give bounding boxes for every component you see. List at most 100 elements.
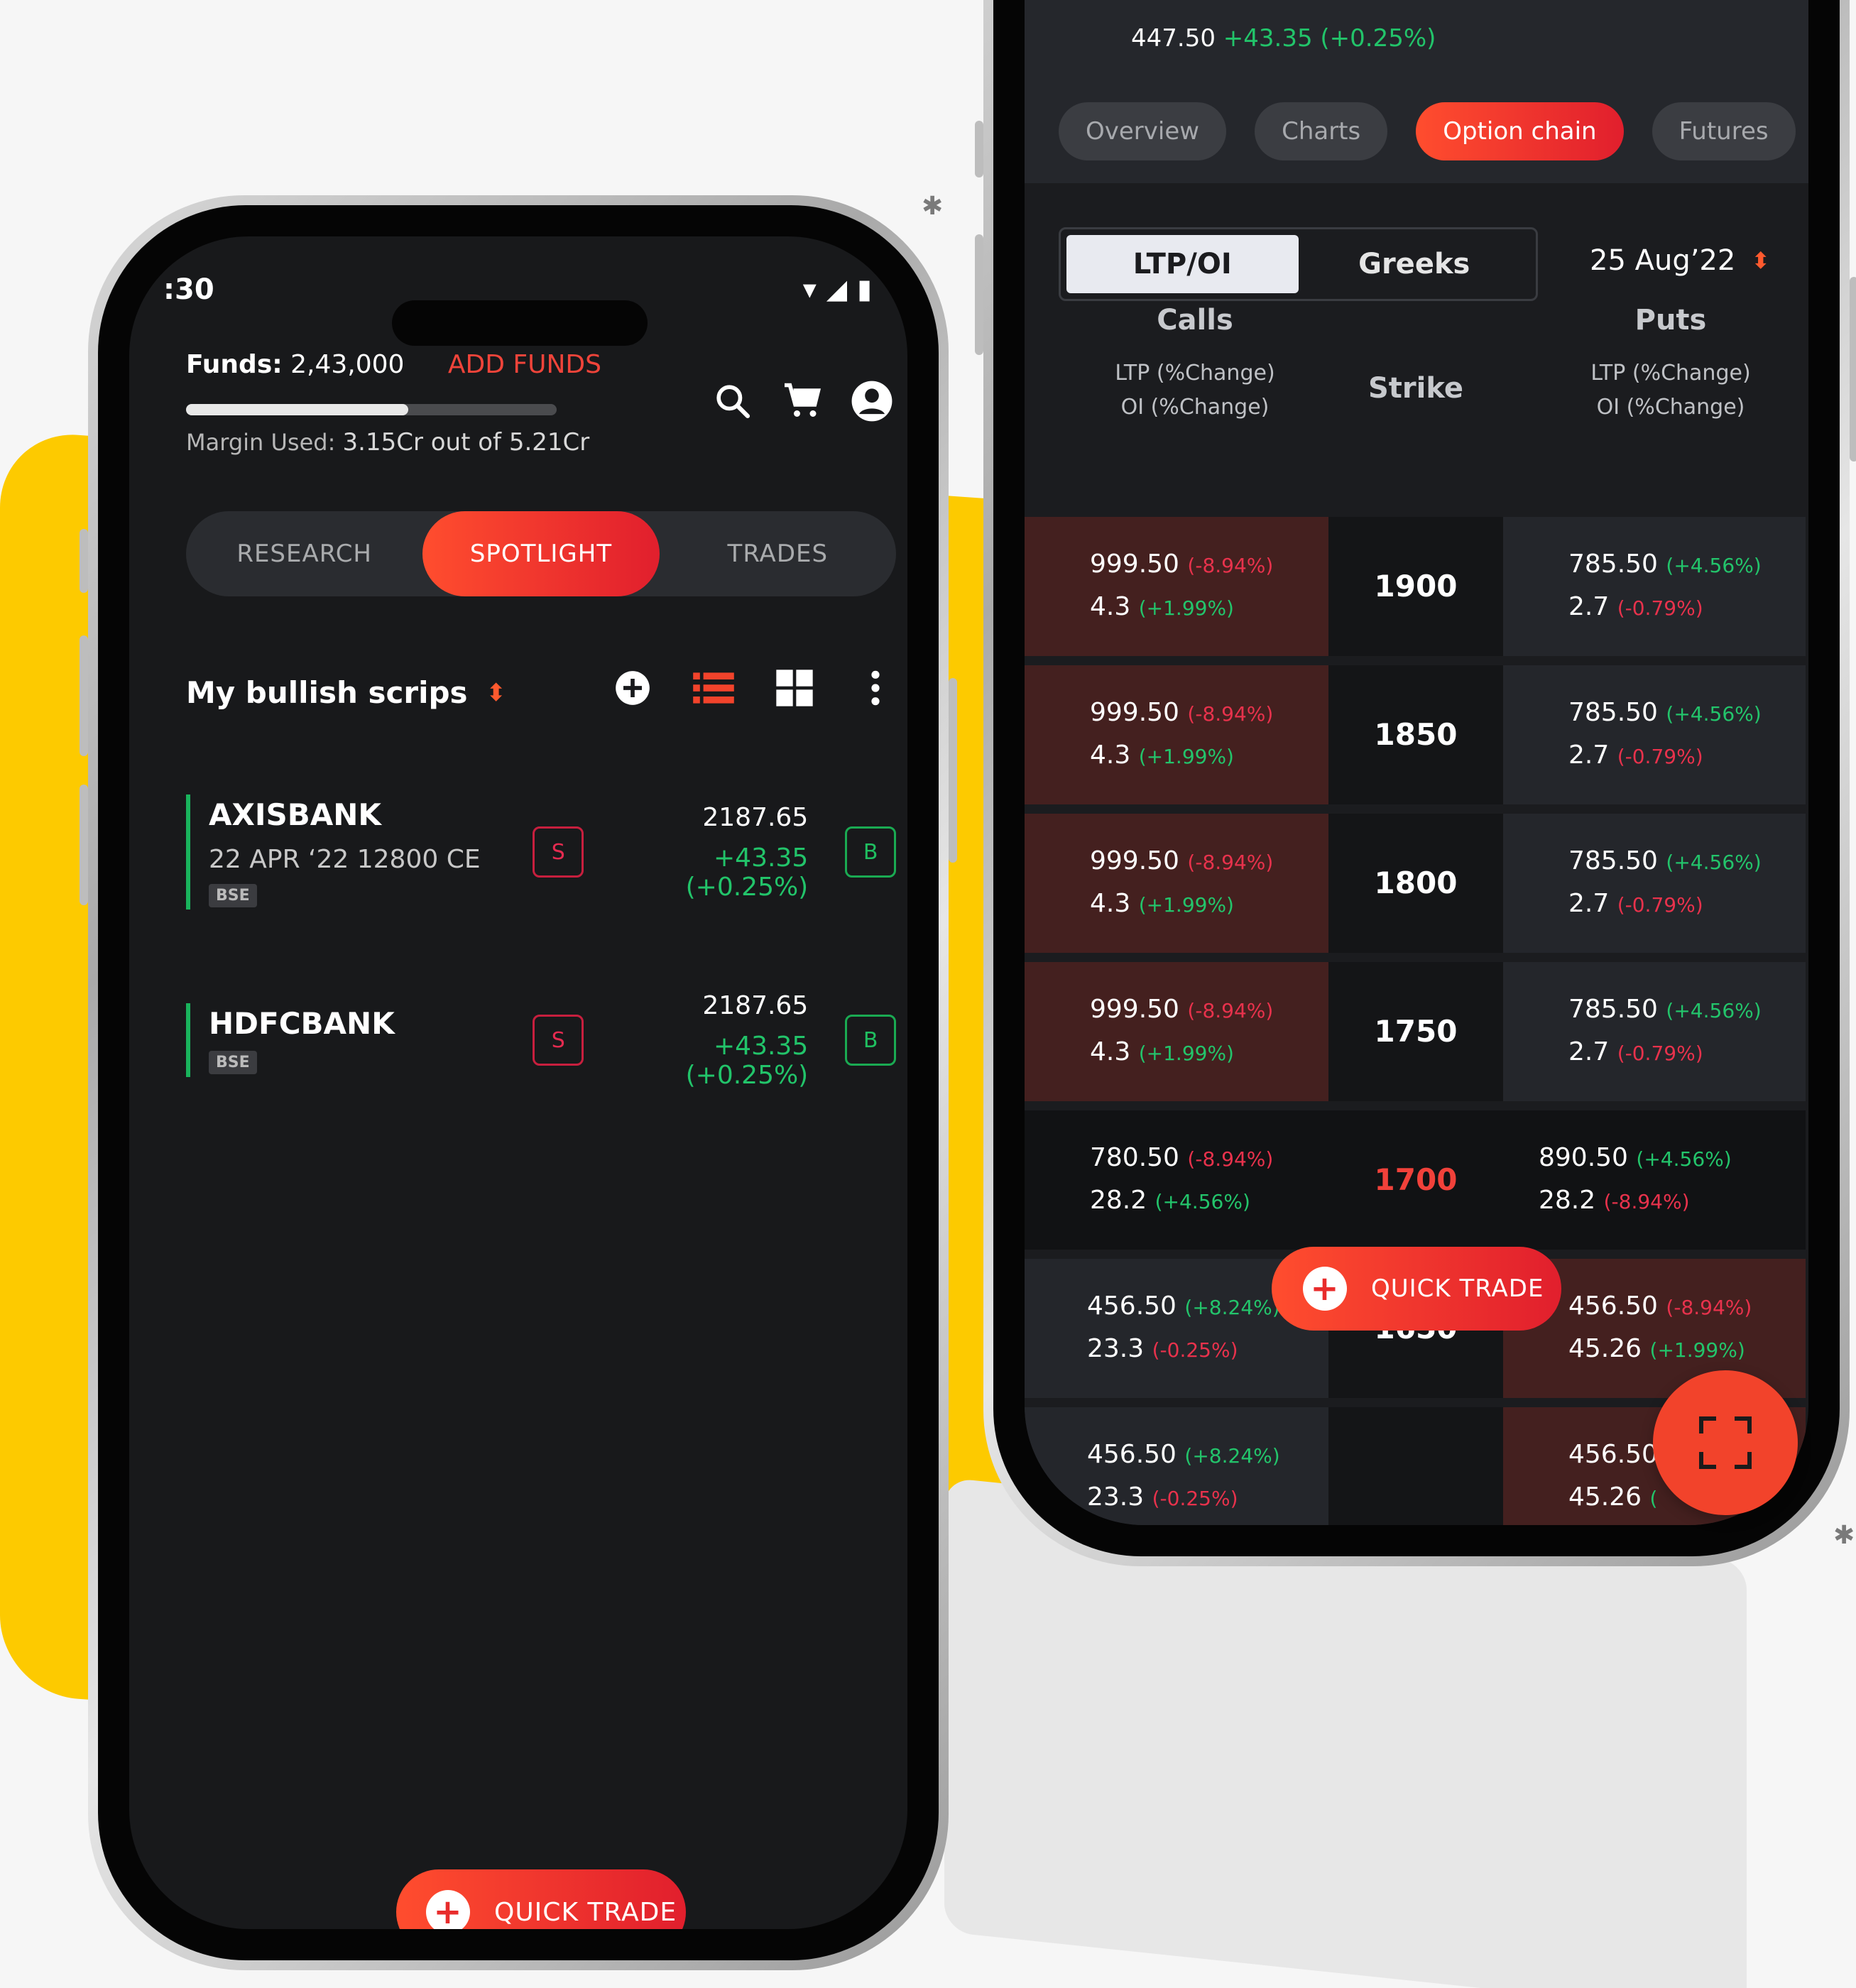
- table-row[interactable]: 999.50 (-8.94%) 4.3 (+1.99%) 1750 785.50…: [1025, 962, 1806, 1101]
- strike-header: Strike: [1328, 372, 1503, 405]
- put-oi: 2.7: [1568, 1037, 1610, 1066]
- quick-trade-label: QUICK TRADE: [1371, 1274, 1544, 1303]
- phone-side-button: [80, 529, 88, 593]
- call-ltp: 999.50: [1090, 995, 1179, 1024]
- table-row[interactable]: 999.50 (-8.94%) 4.3 (+1.99%) 1900 785.50…: [1025, 517, 1806, 656]
- phone-bezel: :30 ▾ ◢ ▮ Funds: 2,43,000 ADD FUNDS Marg…: [98, 205, 939, 1960]
- funds-value: 2,43,000: [290, 350, 405, 379]
- underlying-ltp: 447.50: [1131, 24, 1216, 53]
- strike-cell: [1328, 1407, 1503, 1525]
- put-cell[interactable]: 785.50 (+4.56%) 2.7 (-0.79%): [1503, 665, 1806, 804]
- margin-value: 3.15Cr out of 5.21Cr: [342, 428, 590, 457]
- exchange-badge: BSE: [209, 883, 257, 907]
- strike-cell: 1850: [1328, 665, 1503, 804]
- tab-spotlight[interactable]: SPOTLIGHT: [422, 511, 660, 596]
- price-value: 2187.65: [702, 990, 809, 1020]
- put-oi-change: (-0.79%): [1617, 893, 1703, 917]
- put-oi-change: (+1.99%): [1649, 1338, 1745, 1362]
- call-cell[interactable]: 456.50 (+8.24%) 23.3 (-0.25%): [1025, 1407, 1328, 1525]
- call-ltp: 999.50: [1090, 846, 1179, 875]
- call-cell[interactable]: 999.50 (-8.94%) 4.3 (+1.99%): [1025, 814, 1328, 953]
- toggle-ltp-oi[interactable]: LTP/OI: [1066, 235, 1299, 293]
- expiry-selector[interactable]: 25 Aug’22 ⬍: [1590, 244, 1770, 277]
- list-view-icon[interactable]: [693, 671, 734, 714]
- put-cell[interactable]: 785.50 (+4.56%) 2.7 (-0.79%): [1503, 814, 1806, 953]
- table-row[interactable]: 999.50 (-8.94%) 4.3 (+1.99%) 1800 785.50…: [1025, 814, 1806, 953]
- toggle-greeks[interactable]: Greeks: [1299, 235, 1531, 293]
- tab-trades[interactable]: TRADES: [660, 511, 896, 596]
- call-oi: 23.3: [1087, 1334, 1145, 1363]
- cart-icon[interactable]: [780, 378, 825, 424]
- sort-icon[interactable]: ⬍: [486, 679, 507, 707]
- put-ltp: 785.50: [1568, 698, 1658, 727]
- table-row[interactable]: 999.50 (-8.94%) 4.3 (+1.99%) 1850 785.50…: [1025, 665, 1806, 804]
- watchlist-actions: [612, 668, 896, 717]
- search-icon[interactable]: [710, 378, 755, 424]
- scrip-indicator-bar: [186, 1003, 190, 1077]
- tab-overview[interactable]: Overview: [1059, 102, 1227, 160]
- margin-progress-fill: [186, 404, 409, 415]
- call-ltp-change: (+8.24%): [1184, 1444, 1280, 1468]
- more-icon[interactable]: [855, 668, 896, 717]
- call-cell[interactable]: 999.50 (-8.94%) 4.3 (+1.99%): [1025, 665, 1328, 804]
- grid-view-icon[interactable]: [774, 668, 815, 717]
- quick-trade-button[interactable]: + QUICK TRADE: [1272, 1247, 1561, 1331]
- sell-button[interactable]: S: [533, 1015, 584, 1066]
- call-oi-change: (+1.99%): [1138, 1042, 1234, 1065]
- buy-button[interactable]: B: [845, 1015, 896, 1066]
- price-change: +43.35 (+0.25%): [685, 843, 809, 902]
- scrip-price: 2187.65 +43.35 (+0.25%): [584, 990, 809, 1090]
- call-oi-change: (-0.25%): [1152, 1338, 1238, 1362]
- list-item[interactable]: AXISBANK 22 APR ‘22 12800 CE BSE S 2187.…: [186, 794, 896, 910]
- put-cell[interactable]: 785.50 (+4.56%) 2.7 (-0.79%): [1503, 962, 1806, 1101]
- sort-icon: ⬍: [1751, 247, 1771, 274]
- calls-oi-label: OI (%Change): [1120, 395, 1270, 420]
- underlying-change: +43.35 (+0.25%): [1223, 24, 1436, 53]
- put-ltp-change: (+4.56%): [1666, 851, 1762, 874]
- wifi-icon: ▾: [802, 273, 817, 305]
- tab-option-chain[interactable]: Option chain: [1416, 102, 1624, 160]
- call-cell[interactable]: 999.50 (-8.94%) 4.3 (+1.99%): [1025, 517, 1328, 656]
- puts-oi-label: OI (%Change): [1596, 395, 1745, 420]
- margin-progress-bar: [186, 404, 557, 415]
- put-oi: 28.2: [1539, 1186, 1596, 1215]
- put-cell[interactable]: 890.50 (+4.56%) 28.2 (-8.94%): [1503, 1110, 1806, 1250]
- call-cell[interactable]: 780.50 (-8.94%) 28.2 (+4.56%): [1025, 1110, 1328, 1250]
- tab-charts[interactable]: Charts: [1255, 102, 1388, 160]
- strike-cell: 1800: [1328, 814, 1503, 953]
- list-item[interactable]: HDFCBANK BSE S 2187.65 +43.35 (+0.25%) B: [186, 991, 896, 1090]
- watchlist-title[interactable]: My bullish scrips: [186, 675, 468, 710]
- tab-futures[interactable]: Futures: [1652, 102, 1796, 160]
- view-toggle: LTP/OI Greeks: [1059, 227, 1538, 301]
- exchange-badge: BSE: [209, 1051, 257, 1074]
- put-ltp: 890.50: [1539, 1143, 1628, 1172]
- camera-notch: [392, 300, 648, 346]
- quick-trade-label: QUICK TRADE: [494, 1897, 677, 1927]
- quick-trade-button[interactable]: + QUICK TRADE: [396, 1869, 686, 1929]
- call-oi: 4.3: [1090, 1037, 1131, 1066]
- call-ltp: 456.50: [1087, 1440, 1177, 1469]
- plus-icon: +: [1303, 1267, 1347, 1311]
- table-row-atm[interactable]: 780.50 (-8.94%) 28.2 (+4.56%) 1700 890.5…: [1025, 1110, 1806, 1250]
- fullscreen-button[interactable]: [1653, 1370, 1798, 1515]
- call-oi-change: (+1.99%): [1138, 893, 1234, 917]
- account-icon[interactable]: [849, 378, 895, 424]
- add-funds-link[interactable]: ADD FUNDS: [448, 350, 601, 379]
- tab-research[interactable]: RESEARCH: [186, 511, 422, 596]
- sell-button[interactable]: S: [533, 826, 584, 878]
- add-icon[interactable]: [612, 670, 653, 716]
- put-ltp: 456.50: [1568, 1440, 1658, 1469]
- instrument-tabs: Overview Charts Option chain Futures: [1059, 102, 1796, 160]
- put-ltp: 456.50: [1568, 1291, 1658, 1321]
- status-icons: ▾ ◢ ▮: [803, 273, 872, 305]
- right-phone: 447.50 +43.35 (+0.25%) Overview Charts O…: [975, 0, 1856, 1566]
- option-chain-screen: 447.50 +43.35 (+0.25%) Overview Charts O…: [1025, 0, 1808, 1525]
- margin-label: Margin Used:: [186, 429, 336, 456]
- call-cell[interactable]: 999.50 (-8.94%) 4.3 (+1.99%): [1025, 962, 1328, 1101]
- call-oi-change: (+1.99%): [1138, 596, 1234, 620]
- fullscreen-icon: [1699, 1416, 1752, 1469]
- call-ltp-change: (-8.94%): [1187, 554, 1274, 577]
- buy-button[interactable]: B: [845, 826, 896, 878]
- put-cell[interactable]: 785.50 (+4.56%) 2.7 (-0.79%): [1503, 517, 1806, 656]
- call-ltp-change: (+8.24%): [1184, 1296, 1280, 1319]
